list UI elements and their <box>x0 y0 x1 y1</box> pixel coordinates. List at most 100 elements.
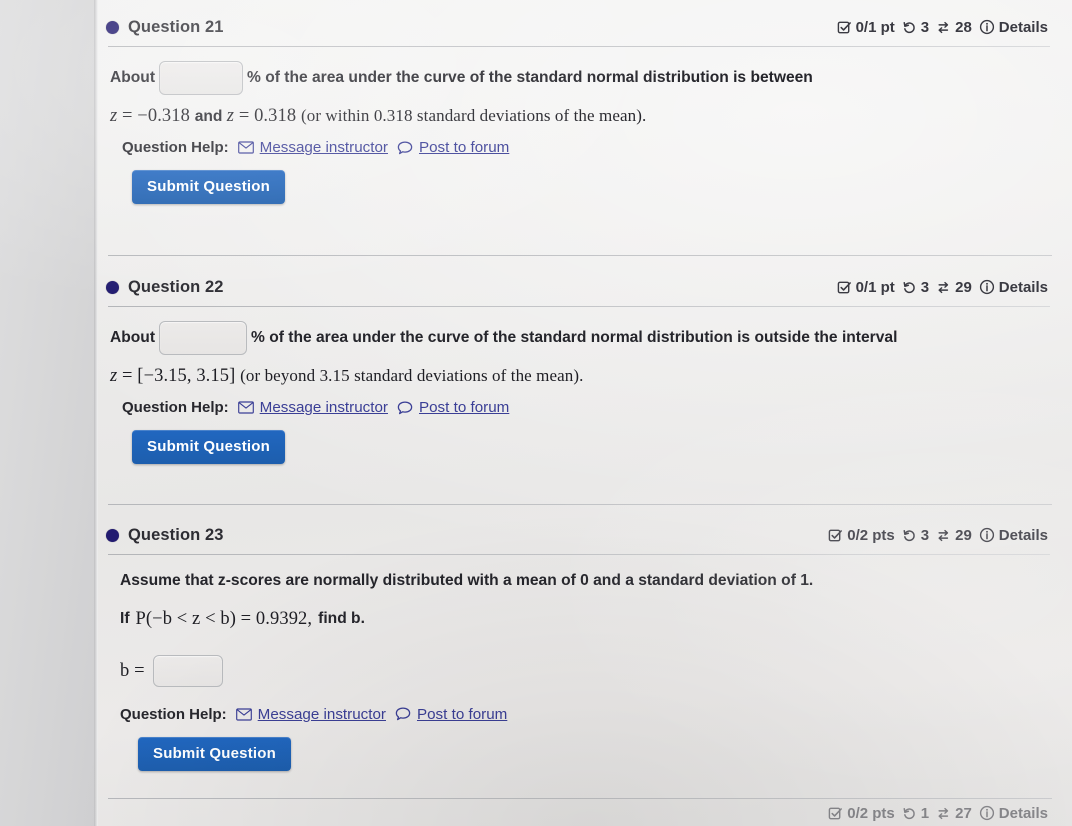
math-expression-22: z = [−3.15, 3.15] <box>110 366 240 386</box>
question-header-22: Question 22 0/1 pt 3 29 Details <box>98 268 1072 306</box>
swap-arrows-icon <box>936 280 951 295</box>
envelope-icon <box>237 401 254 414</box>
points-value-23: 0/2 pts <box>847 526 895 544</box>
if-prefix-23: If <box>120 609 130 627</box>
submit-row-21: Submit Question <box>110 156 1046 205</box>
question-list-panel: Question 21 0/1 pt 3 28 Details About % … <box>98 0 1072 826</box>
info-circle-icon <box>979 279 995 295</box>
question-statement-line2-21: z = −0.318 and z = 0.318 (or within 0.31… <box>110 102 1046 130</box>
points-badge-23: 0/2 pts <box>828 527 895 544</box>
find-b-suffix-23: find b. <box>318 609 365 627</box>
message-instructor-link-21[interactable]: Message instructor <box>237 139 388 157</box>
question-header-21: Question 21 0/1 pt 3 28 Details <box>98 8 1072 46</box>
undo-history-icon <box>902 20 917 35</box>
question-block-23: Question 23 0/2 pts 3 29 Details Assume … <box>98 516 1072 777</box>
question-block-partial: 0/2 pts 1 27 Details <box>98 800 1072 826</box>
views-badge-partial: 27 <box>936 805 972 822</box>
question-block-21: Question 21 0/1 pt 3 28 Details About % … <box>98 8 1072 210</box>
details-link-21[interactable]: Details <box>979 19 1048 36</box>
info-circle-icon <box>979 19 995 35</box>
info-circle-icon <box>979 805 995 821</box>
views-badge-23: 29 <box>936 527 972 544</box>
submit-row-22: Submit Question <box>110 416 1046 465</box>
checkbox-check-icon <box>828 806 843 821</box>
math-tail-21: (or within 0.318 standard deviations of … <box>300 106 647 125</box>
attempts-badge-22: 3 <box>902 279 929 296</box>
views-badge-21: 28 <box>936 19 972 36</box>
points-value-partial: 0/2 pts <box>847 804 895 822</box>
answer-row-23: b = <box>120 654 1046 687</box>
question-body-23: Assume that z-scores are normally distri… <box>98 555 1072 777</box>
question-help-label-23: Question Help: <box>120 705 227 723</box>
about-prefix-21: About <box>110 69 156 87</box>
question-help-label-22: Question Help: <box>122 399 229 417</box>
attempts-badge-partial: 1 <box>902 805 929 822</box>
answer-label-23: b = <box>120 660 145 681</box>
question-title-22: Question 22 <box>128 277 224 296</box>
speech-bubble-icon <box>397 141 413 155</box>
info-circle-icon <box>979 527 995 543</box>
details-label-23: Details <box>998 526 1048 544</box>
question-statement-line2-22: z = [−3.15, 3.15] (or beyond 3.15 standa… <box>110 362 1046 390</box>
answer-input-23[interactable] <box>152 654 223 687</box>
post-to-forum-label-22: Post to forum <box>418 399 510 417</box>
undo-history-icon <box>902 806 917 821</box>
submit-question-button-22[interactable]: Submit Question <box>132 430 285 465</box>
swap-arrows-icon <box>936 806 951 821</box>
question-header-23: Question 23 0/2 pts 3 29 Details <box>98 516 1072 554</box>
details-link-23[interactable]: Details <box>979 527 1048 544</box>
details-label-partial: Details <box>998 804 1048 822</box>
left-margin-gutter <box>0 0 96 826</box>
envelope-icon <box>237 141 254 154</box>
attempts-value-22: 3 <box>920 278 930 296</box>
post-to-forum-label-21: Post to forum <box>418 139 510 157</box>
submit-row-23: Submit Question <box>120 723 1046 771</box>
percent-suffix-21: % of the area under the curve of the sta… <box>247 69 813 87</box>
views-badge-22: 29 <box>936 279 972 296</box>
about-prefix-22: About <box>110 329 156 347</box>
post-to-forum-link-21[interactable]: Post to forum <box>397 139 509 156</box>
post-to-forum-label-23: Post to forum <box>416 705 508 723</box>
undo-history-icon <box>902 528 917 543</box>
points-badge-partial: 0/2 pts <box>828 805 895 822</box>
question-status-dot-icon <box>106 20 119 34</box>
question-title-group-22: Question 22 <box>106 278 224 297</box>
math-var-z1-21: z <box>110 106 118 126</box>
views-value-partial: 27 <box>955 804 972 822</box>
points-value-22: 0/1 pt <box>855 278 895 296</box>
attempts-badge-21: 3 <box>902 19 929 36</box>
math-eq1-21: = −0.318 <box>122 106 190 126</box>
submit-question-button-23[interactable]: Submit Question <box>138 736 291 771</box>
answer-input-22[interactable] <box>159 321 248 355</box>
speech-bubble-icon <box>397 401 413 415</box>
message-instructor-link-23[interactable]: Message instructor <box>235 706 386 723</box>
question-statement-line2-23: If P(−b < z < b) = 0.9392, find b. <box>120 605 1046 633</box>
views-value-21: 28 <box>955 18 972 36</box>
post-to-forum-link-22[interactable]: Post to forum <box>397 399 509 416</box>
question-statement-line1-23: Assume that z-scores are normally distri… <box>120 572 814 589</box>
math-tail-22: (or beyond 3.15 standard deviations of t… <box>240 366 584 385</box>
math-eq2-21: = 0.318 <box>238 106 297 126</box>
views-value-22: 29 <box>955 278 972 296</box>
math-and-21: and <box>194 108 223 125</box>
checkbox-check-icon <box>837 280 852 295</box>
question-badges-21: 0/1 pt 3 28 Details <box>837 19 1048 36</box>
swap-arrows-icon <box>936 528 951 543</box>
message-instructor-label-21: Message instructor <box>259 139 388 157</box>
math-var-z-22: z <box>110 366 118 386</box>
details-link-22[interactable]: Details <box>979 279 1048 296</box>
points-badge-21: 0/1 pt <box>837 19 895 36</box>
message-instructor-label-22: Message instructor <box>259 399 388 417</box>
post-to-forum-link-23[interactable]: Post to forum <box>395 706 507 723</box>
details-link-partial[interactable]: Details <box>979 805 1048 822</box>
question-help-row-21: Question Help: Message instructor Post t… <box>110 130 1046 156</box>
question-separator-2 <box>108 504 1052 505</box>
question-help-label-21: Question Help: <box>122 139 229 157</box>
submit-question-button-21[interactable]: Submit Question <box>132 170 285 205</box>
checkbox-check-icon <box>837 20 852 35</box>
answer-input-21[interactable] <box>159 61 244 95</box>
question-status-dot-icon <box>106 280 119 294</box>
question-badges-23: 0/2 pts 3 29 Details <box>828 527 1048 544</box>
points-badge-22: 0/1 pt <box>837 279 895 296</box>
message-instructor-link-22[interactable]: Message instructor <box>237 399 388 417</box>
